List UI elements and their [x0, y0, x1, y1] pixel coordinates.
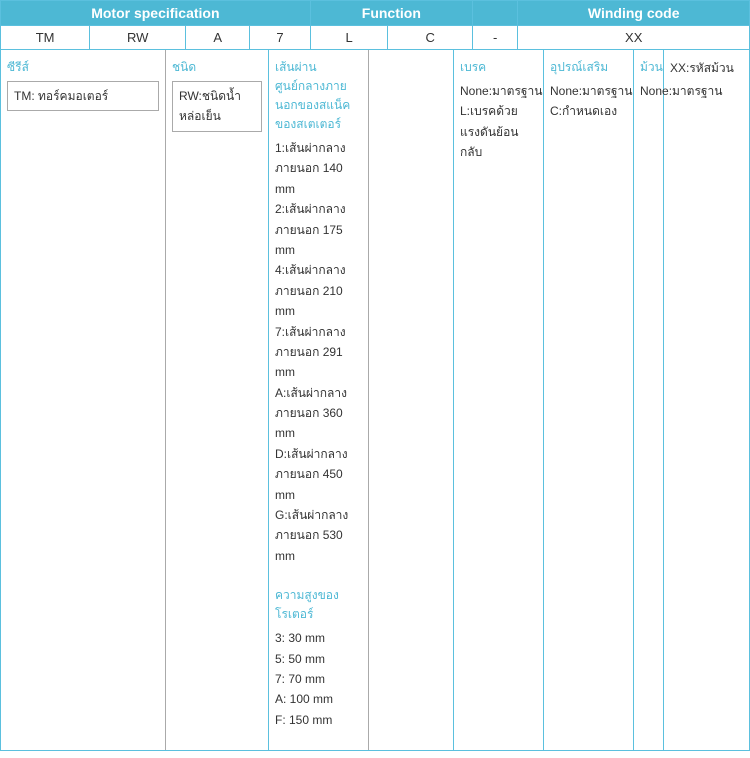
brake-item-0: None:มาตรฐาน: [460, 81, 537, 101]
stator-item-4: A:เส้นผ่ากลางภายนอก 360 mm: [275, 383, 362, 444]
brake-item-1: L:เบรคด้วยแรงดันย้อนกลับ: [460, 101, 537, 162]
winding-roll-item-0: None:มาตรฐาน: [640, 81, 657, 101]
stator-item-6: G:เส้นผ่ากลางภายนอก 530 mm: [275, 505, 362, 566]
function-header: Function: [310, 1, 472, 26]
rotor-label: ความสูงของโรเตอร์: [275, 586, 362, 624]
brake-section: เบรค None:มาตรฐาน L:เบรคด้วยแรงดันย้อนกล…: [460, 58, 537, 163]
winding-roll-item-1: XX:รหัสม้วน: [670, 58, 743, 78]
motor-spec-header: Motor specification: [1, 1, 311, 26]
series-label: ซีรีส์: [7, 58, 159, 77]
accessories-items: None:มาตรฐาน C:กำหนดเอง: [550, 81, 627, 122]
col-tm: TM: [1, 26, 90, 50]
rotor-item-1: 5: 50 mm: [275, 649, 362, 669]
series-item-0: TM: ทอร์คมอเตอร์: [14, 89, 108, 103]
accessories-item-1: C:กำหนดเอง: [550, 101, 627, 121]
type-box: RW:ชนิดน้ำหล่อเย็น: [172, 81, 262, 132]
col-7-header: 7: [250, 26, 311, 50]
stator-item-0: 1:เส้นผ่ากลางภายนอก 140 mm: [275, 138, 362, 199]
main-content: ซีรีส์ TM: ทอร์คมอเตอร์ ชนิด RW:ชนิดน้ำห…: [0, 50, 750, 751]
type-item-0: RW:ชนิดน้ำหล่อเย็น: [179, 89, 241, 123]
winding-roll-xx: XX:รหัสม้วน: [670, 58, 743, 78]
rotor-item-4: F: 150 mm: [275, 710, 362, 730]
col-l: L: [310, 26, 388, 50]
col-dash-content: ม้วน None:มาตรฐาน: [634, 50, 664, 750]
stator-item-3: 7:เส้นผ่ากลางภายนอก 291 mm: [275, 322, 362, 383]
header-table: Motor specification Function Winding cod…: [0, 0, 750, 50]
col-type: ชนิด RW:ชนิดน้ำหล่อเย็น: [166, 50, 269, 750]
stator-item-2: 4:เส้นผ่ากลางภายนอก 210 mm: [275, 260, 362, 321]
stator-item-1: 2:เส้นผ่ากลางภายนอก 175 mm: [275, 199, 362, 260]
stator-item-5: D:เส้นผ่ากลางภายนอก 450 mm: [275, 444, 362, 505]
rotor-section: ความสูงของโรเตอร์ 3: 30 mm 5: 50 mm 7: 7…: [275, 586, 362, 730]
rotor-item-2: 7: 70 mm: [275, 669, 362, 689]
winding-roll-label: ม้วน: [640, 58, 657, 77]
col-dash: -: [472, 26, 517, 50]
accessories-item-0: None:มาตรฐาน: [550, 81, 627, 101]
rotor-item-3: A: 100 mm: [275, 689, 362, 709]
brake-items: None:มาตรฐาน L:เบรคด้วยแรงดันย้อนกลับ: [460, 81, 537, 163]
series-section: ซีรีส์ TM: ทอร์คมอเตอร์: [7, 58, 159, 111]
type-section: ชนิด RW:ชนิดน้ำหล่อเย็น: [172, 58, 262, 132]
accessories-label: อุปรณ์เสริม: [550, 58, 627, 77]
col-rw: RW: [90, 26, 186, 50]
col-stator: เส้นผ่านศูนย์กลางภายนอกของสแน็คของสเตเตอ…: [269, 50, 369, 750]
stator-items: 1:เส้นผ่ากลางภายนอก 140 mm 2:เส้นผ่ากลาง…: [275, 138, 362, 566]
stator-section: เส้นผ่านศูนย์กลางภายนอกของสแน็คของสเตเตอ…: [275, 58, 362, 566]
col-a-header: A: [186, 26, 250, 50]
winding-roll-items: None:มาตรฐาน: [640, 81, 657, 101]
stator-label: เส้นผ่านศูนย์กลางภายนอกของสแน็คของสเตเตอ…: [275, 58, 362, 134]
col-xx: XX: [518, 26, 750, 50]
col-c-header: C: [388, 26, 473, 50]
col-7-content: [369, 50, 454, 750]
col-series: ซีรีส์ TM: ทอร์คมอเตอร์: [1, 50, 166, 750]
winding-code-section: XX:รหัสม้วน: [670, 58, 743, 78]
rotor-item-0: 3: 30 mm: [275, 628, 362, 648]
type-label: ชนิด: [172, 58, 262, 77]
accessories-section: อุปรณ์เสริม None:มาตรฐาน C:กำหนดเอง: [550, 58, 627, 122]
col-accessories: อุปรณ์เสริม None:มาตรฐาน C:กำหนดเอง: [544, 50, 634, 750]
rotor-items: 3: 30 mm 5: 50 mm 7: 70 mm A: 100 mm F: …: [275, 628, 362, 730]
col-brake: เบรค None:มาตรฐาน L:เบรคด้วยแรงดันย้อนกล…: [454, 50, 544, 750]
winding-code-header: Winding code: [518, 1, 750, 26]
dash-header: [472, 1, 517, 26]
winding-roll-section: ม้วน None:มาตรฐาน: [640, 58, 657, 101]
col-winding-code: XX:รหัสม้วน: [664, 50, 749, 750]
series-box: TM: ทอร์คมอเตอร์: [7, 81, 159, 111]
brake-label: เบรค: [460, 58, 537, 77]
